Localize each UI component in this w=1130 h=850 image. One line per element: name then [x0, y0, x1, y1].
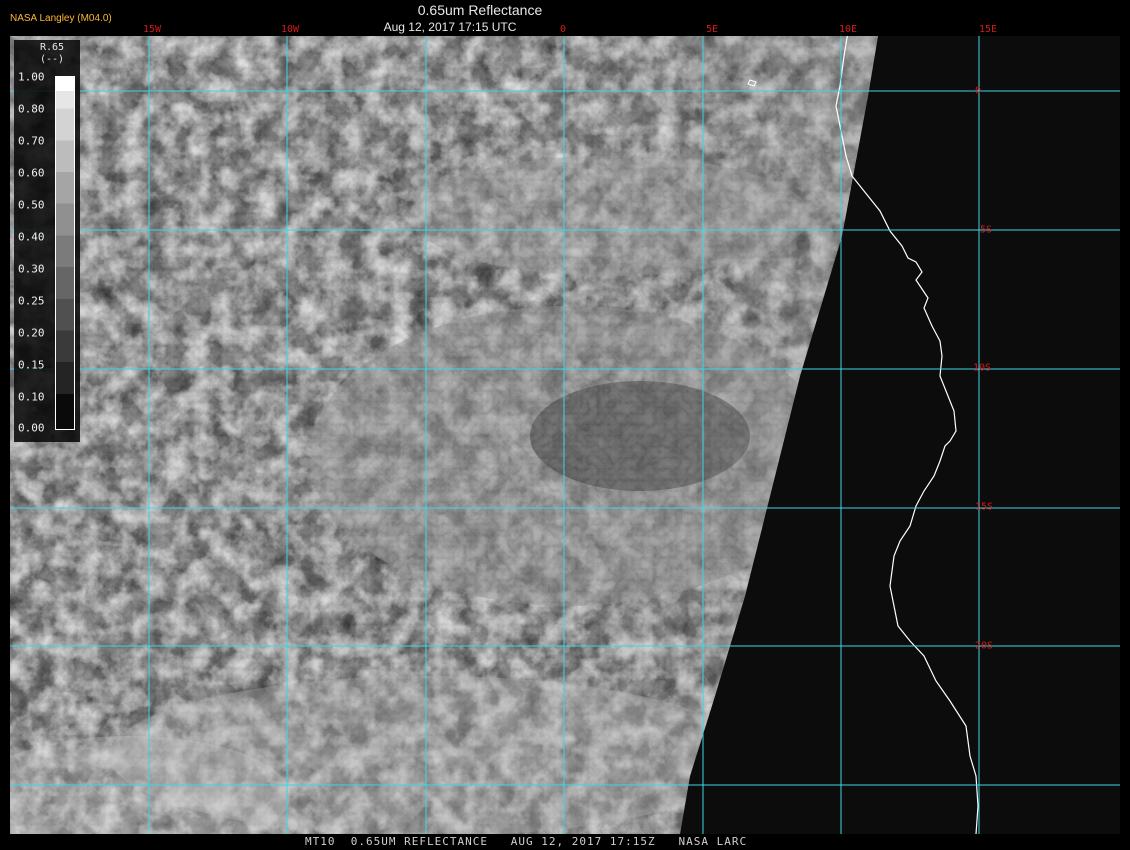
footer-caption: MT10 0.65UM REFLECTANCE AUG 12, 2017 17:…	[305, 835, 748, 848]
colorbar-tick: 0.50	[18, 198, 45, 212]
footer-caption-bar: MT10 0.65UM REFLECTANCE AUG 12, 2017 17:…	[0, 834, 1130, 850]
colorbar-tick: 0.80	[18, 102, 45, 116]
map-timestamp: Aug 12, 2017 17:15 UTC	[383, 20, 517, 34]
colorbar-tick: 0.60	[18, 166, 45, 180]
colorbar-tick: 0.15	[18, 358, 45, 372]
lat-label-15s: 15S	[975, 501, 994, 513]
colorbar-title: R.65 (--)	[32, 42, 72, 66]
lon-label-15e: 15E	[978, 24, 998, 35]
colorbar-units: (--)	[39, 54, 65, 65]
lon-label-5e: 5E	[705, 24, 719, 35]
colorbar-tick: 0.30	[18, 262, 45, 276]
lat-label-5s: 5S	[980, 224, 993, 236]
colorbar	[55, 76, 75, 430]
colorbar-tick: 0.25	[18, 294, 45, 308]
colorbar-tick: 0.10	[18, 390, 45, 404]
colorbar-tick: 0.20	[18, 326, 45, 340]
colorbar-tick: 0.00	[18, 421, 45, 435]
colorbar-tick: 0.70	[18, 134, 45, 148]
org-label: NASA Langley (M04.0)	[10, 13, 112, 24]
colorbar-tick: 1.00	[18, 70, 45, 84]
lat-label-0: 0	[975, 85, 982, 97]
colorbar-tick: 0.40	[18, 230, 45, 244]
lon-label-0: 0	[559, 24, 567, 35]
lat-label-10s: 10S	[973, 362, 992, 374]
lon-label-15w: 15W	[142, 24, 162, 35]
lon-label-10e: 10E	[838, 24, 858, 35]
colorbar-label: R.65	[39, 42, 65, 53]
satellite-map	[10, 36, 1120, 834]
lat-label-20s: 20S	[975, 640, 994, 652]
map-title: 0.65um Reflectance	[417, 2, 543, 18]
lon-label-10w: 10W	[280, 24, 300, 35]
